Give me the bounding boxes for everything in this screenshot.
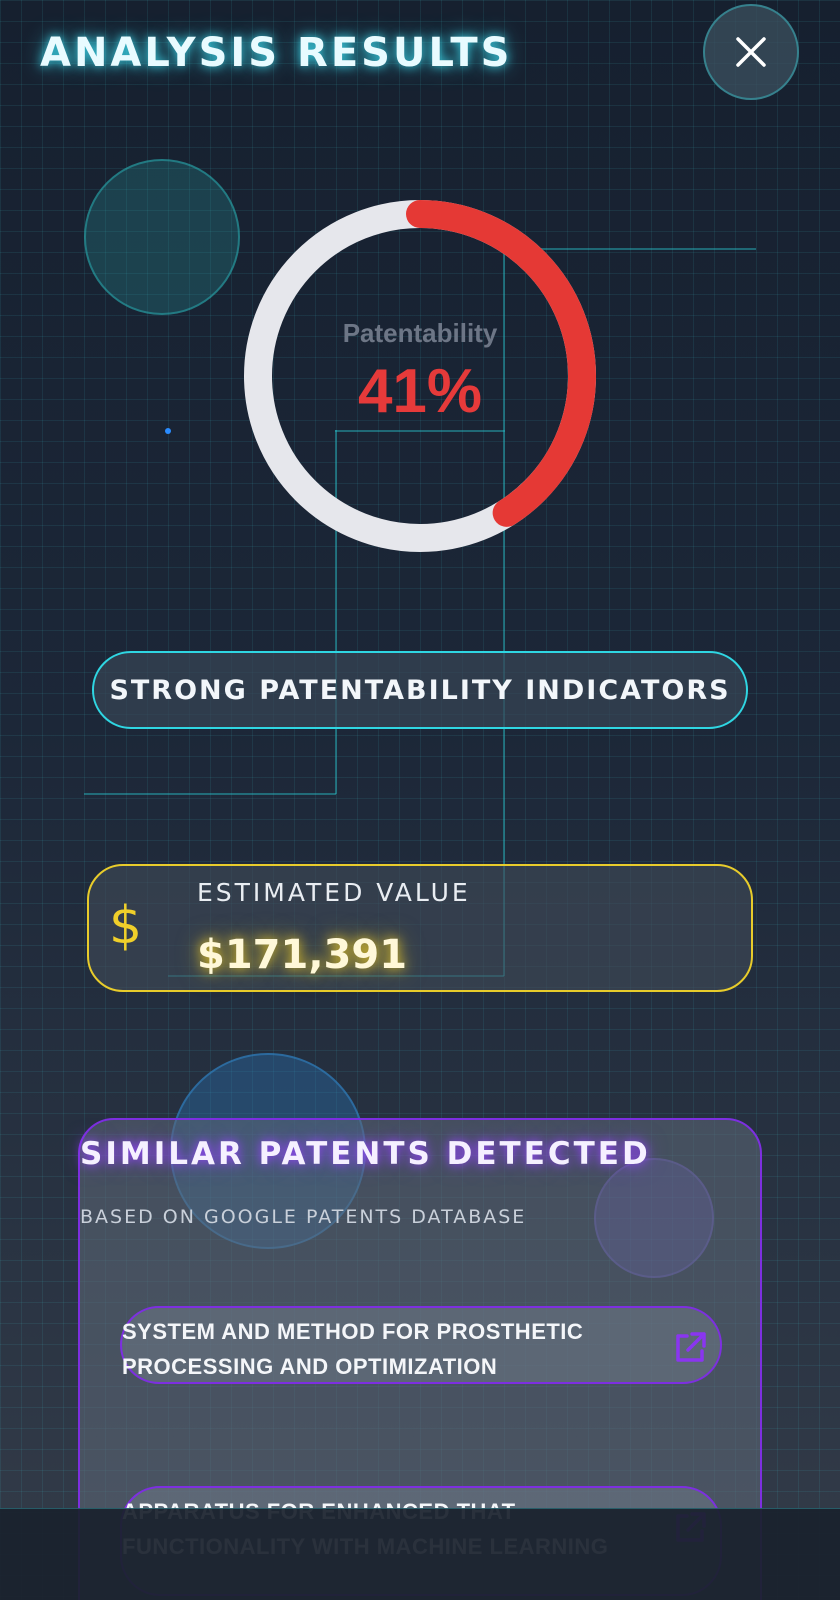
close-button[interactable]: [703, 4, 799, 100]
close-icon: [736, 37, 766, 67]
decorative-dot: [165, 428, 171, 434]
external-link-icon[interactable]: [670, 1328, 710, 1368]
estimated-value-label: ESTIMATED VALUE: [197, 878, 471, 907]
dollar-icon: $: [109, 896, 143, 956]
decorative-circle: [84, 159, 240, 315]
estimated-value-amount: $171,391: [197, 932, 408, 978]
similar-patents-title: SIMILAR PATENTS DETECTED: [80, 1136, 651, 1172]
indicator-label: STRONG PATENTABILITY INDICATORS: [109, 674, 731, 706]
bottom-bar: [0, 1508, 840, 1600]
patent-list-item[interactable]: SYSTEM AND METHOD FOR PROSTHETIC PROCESS…: [120, 1306, 722, 1384]
page-title: ANALYSIS RESULTS: [40, 30, 513, 76]
gauge-value: 41%: [357, 357, 483, 426]
patentability-indicator-badge: STRONG PATENTABILITY INDICATORS: [92, 651, 748, 729]
patentability-gauge: Patentability 41%: [240, 196, 600, 556]
gauge-label: Patentability: [342, 318, 498, 348]
estimated-value-card: $ ESTIMATED VALUE $171,391: [87, 864, 753, 992]
patent-title: SYSTEM AND METHOD FOR PROSTHETIC PROCESS…: [122, 1319, 584, 1379]
similar-patents-subtitle: BASED ON GOOGLE PATENTS DATABASE: [80, 1206, 527, 1228]
circuit-line: [84, 793, 336, 795]
